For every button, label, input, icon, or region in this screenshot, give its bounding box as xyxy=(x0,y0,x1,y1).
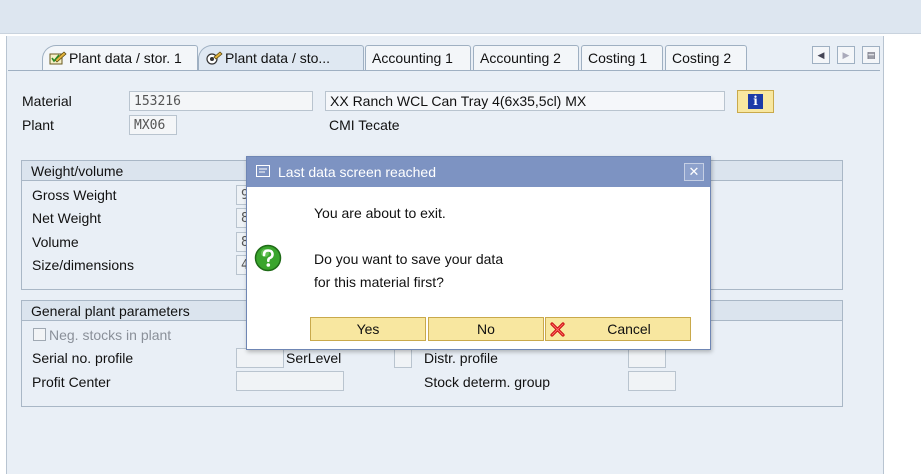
edit-icon xyxy=(206,51,223,65)
dialog-title: Last data screen reached xyxy=(278,164,436,180)
window-icon xyxy=(256,165,270,177)
distr-profile-label: Distr. profile xyxy=(424,350,498,366)
profit-center-field[interactable] xyxy=(236,371,344,391)
no-button[interactable]: No xyxy=(428,317,544,341)
close-icon: ✕ xyxy=(688,164,700,179)
plant-description: CMI Tecate xyxy=(329,117,400,133)
tab-list-button[interactable]: ▤ xyxy=(862,46,880,64)
tab-plant-data-stor-1[interactable]: Plant data / stor. 1 xyxy=(42,45,198,71)
serial-profile-label: Serial no. profile xyxy=(32,350,134,366)
scroll-tabs-right-button[interactable]: ▶ xyxy=(837,46,855,64)
cancel-button[interactable]: Cancel xyxy=(545,317,691,341)
plant-field: MX06 xyxy=(129,115,177,135)
stock-determ-group-label: Stock determ. group xyxy=(424,374,551,390)
gross-weight-label: Gross Weight xyxy=(32,187,117,203)
scroll-tabs-left-button[interactable]: ◀ xyxy=(812,46,830,64)
tab-divider xyxy=(8,70,880,71)
tab-accounting-2[interactable]: Accounting 2 xyxy=(473,45,579,71)
neg-stocks-label: Neg. stocks in plant xyxy=(49,327,172,343)
info-button[interactable]: i xyxy=(737,90,774,113)
serial-profile-field[interactable] xyxy=(236,348,284,368)
plant-label: Plant xyxy=(22,117,54,133)
tab-plant-data-stor-2[interactable]: Plant data / sto... xyxy=(198,45,364,71)
neg-stocks-checkbox[interactable] xyxy=(33,328,46,341)
dialog-message-line-1: You are about to exit. xyxy=(314,205,446,221)
save-confirmation-dialog: Last data screen reached ✕ You are about… xyxy=(246,156,711,350)
tab-costing-2[interactable]: Costing 2 xyxy=(665,45,747,71)
dialog-close-button[interactable]: ✕ xyxy=(684,163,704,181)
serlevel-label: SerLevel xyxy=(286,350,342,366)
serlevel-field[interactable] xyxy=(394,348,412,368)
chevron-left-icon: ◀ xyxy=(817,50,825,60)
tab-accounting-1[interactable]: Accounting 1 xyxy=(365,45,471,71)
tab-costing-1[interactable]: Costing 1 xyxy=(581,45,663,71)
profit-center-label: Profit Center xyxy=(32,374,111,390)
material-description: XX Ranch WCL Can Tray 4(6x35,5cl) MX xyxy=(325,91,725,111)
net-weight-label: Net Weight xyxy=(32,210,101,226)
size-dimensions-label: Size/dimensions xyxy=(32,257,134,273)
dialog-message-line-3: for this material first? xyxy=(314,274,444,290)
stock-determ-group-field[interactable] xyxy=(628,371,676,391)
volume-label: Volume xyxy=(32,234,79,250)
material-field: 153216 xyxy=(129,91,313,111)
chevron-right-icon: ▶ xyxy=(842,50,850,60)
cancel-icon xyxy=(550,322,565,337)
dialog-message-line-2: Do you want to save your data xyxy=(314,251,504,267)
top-toolbar xyxy=(0,0,921,34)
yes-button[interactable]: Yes xyxy=(310,317,426,341)
edit-icon xyxy=(49,51,67,65)
question-icon xyxy=(254,244,282,272)
list-icon: ▤ xyxy=(866,50,876,60)
distr-profile-field[interactable] xyxy=(628,348,666,368)
info-icon: i xyxy=(748,94,763,109)
material-label: Material xyxy=(22,93,72,109)
dialog-titlebar: Last data screen reached ✕ xyxy=(247,157,710,187)
